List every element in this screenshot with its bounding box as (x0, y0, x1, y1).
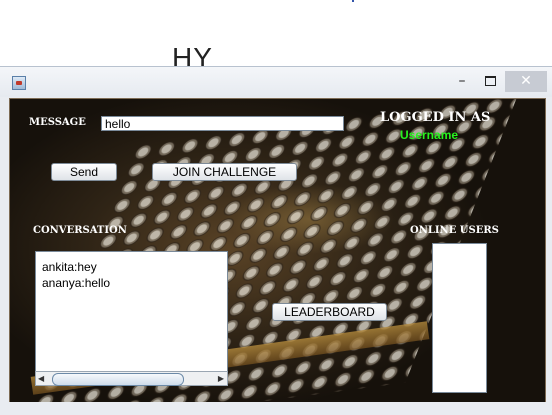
scroll-right-arrow-icon[interactable]: ▶ (218, 374, 224, 383)
leaderboard-button[interactable]: LEADERBOARD (272, 303, 387, 321)
conversation-label: CONVERSATION (33, 225, 127, 236)
conversation-area[interactable]: ankita:hey ananya:hello (35, 251, 228, 386)
message-input[interactable] (101, 116, 344, 131)
join-challenge-button[interactable]: JOIN CHALLENGE (152, 163, 297, 181)
title-bar[interactable]: – ✕ (0, 67, 552, 97)
scrollbar-thumb[interactable] (52, 373, 184, 386)
java-app-icon (12, 76, 26, 90)
logged-in-as-label: LOGGED IN AS (380, 110, 491, 125)
minimize-button[interactable]: – (449, 71, 475, 92)
background-dot (352, 0, 354, 2)
app-window: – ✕ MESSAGE LOGGED IN AS Username Send J… (0, 66, 552, 415)
scroll-left-arrow-icon[interactable]: ◀ (38, 374, 44, 383)
window-bottom-edge (0, 402, 552, 415)
username-label: Username (400, 128, 459, 142)
close-icon: ✕ (520, 73, 532, 89)
online-users-label: ONLINE USERS (410, 225, 499, 236)
background-app-title: HY PERAGER (172, 44, 213, 68)
maximize-icon (485, 76, 496, 86)
close-button[interactable]: ✕ (505, 71, 547, 92)
conversation-message: ankita:hey (42, 260, 97, 274)
conversation-horizontal-scrollbar[interactable]: ◀ ▶ (35, 371, 228, 386)
minimize-icon: – (458, 73, 466, 89)
send-button[interactable]: Send (51, 163, 117, 181)
maximize-button[interactable] (477, 71, 503, 92)
conversation-message: ananya:hello (42, 276, 111, 290)
chat-panel: MESSAGE LOGGED IN AS Username Send JOIN … (9, 98, 546, 403)
online-users-list[interactable] (432, 243, 487, 393)
message-label: MESSAGE (29, 117, 86, 128)
